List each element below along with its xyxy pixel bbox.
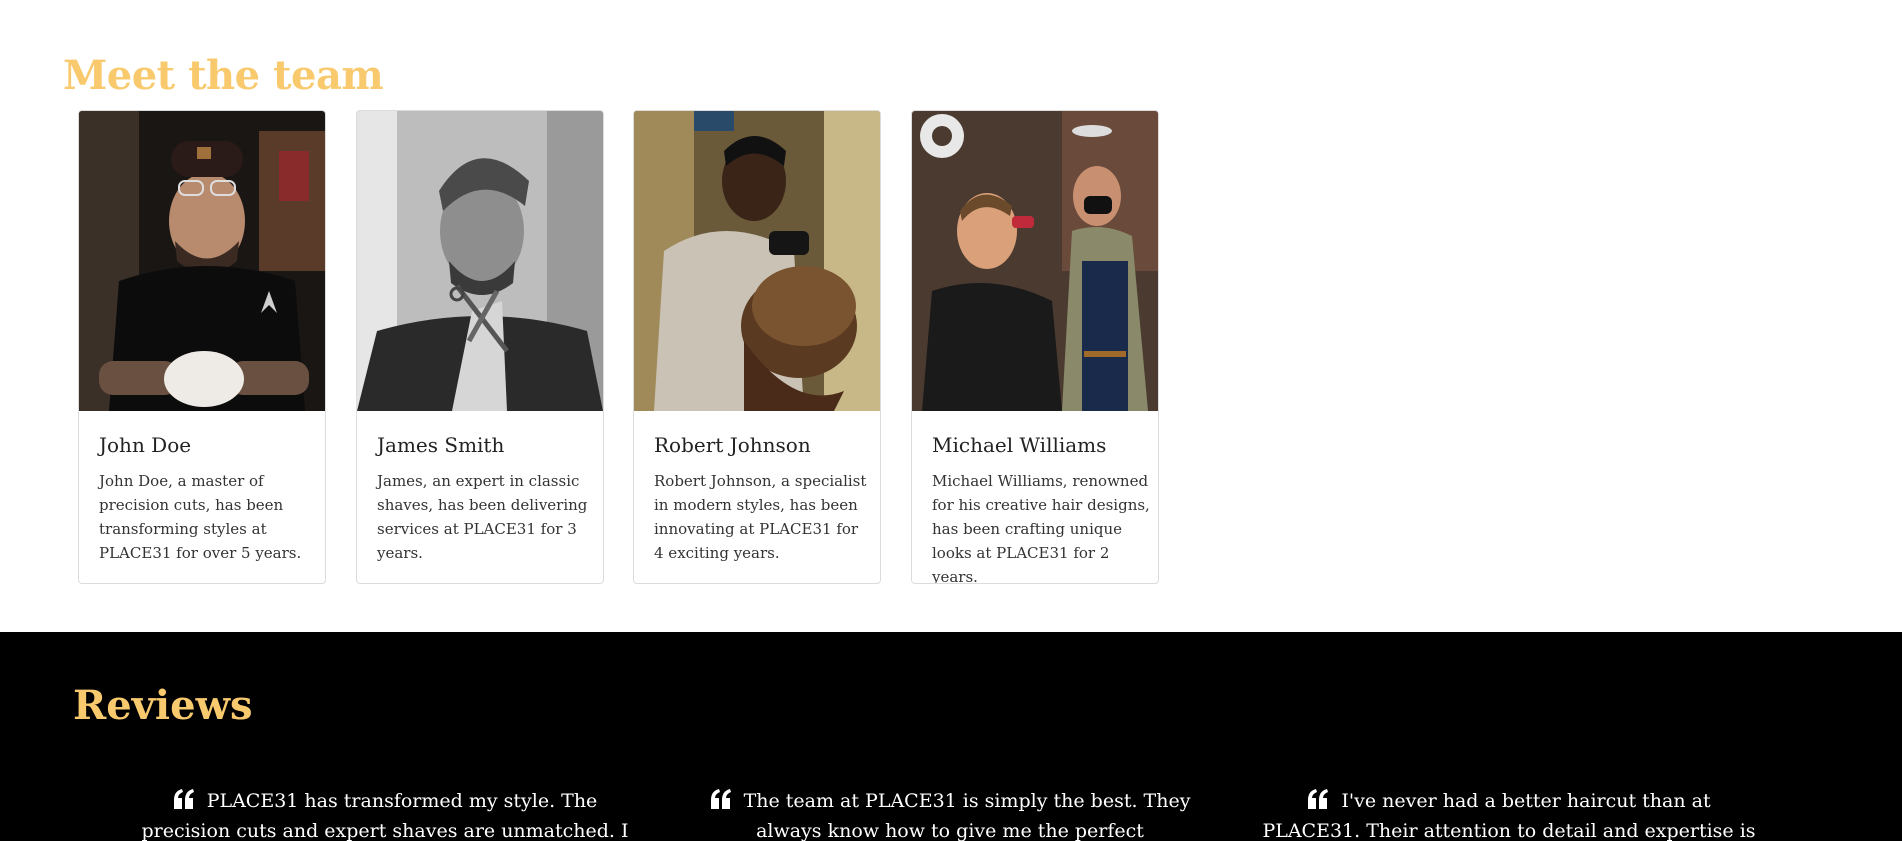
review-item: I've never had a better haircut than at … (1259, 786, 1759, 841)
team-member-name: John Doe (99, 433, 192, 457)
team-title: Meet the team (63, 52, 384, 99)
reviews-section: Reviews PLACE31 has transformed my style… (0, 632, 1902, 841)
review-item: PLACE31 has transformed my style. The pr… (135, 786, 635, 841)
quote-left-icon (1307, 789, 1329, 809)
team-member-photo (912, 111, 1158, 411)
reviews-title: Reviews (73, 682, 253, 729)
team-member-name: James Smith (377, 433, 505, 457)
review-text: I've never had a better haircut than at … (1262, 790, 1756, 841)
team-card-john-doe: John Doe John Doe, a master of precision… (78, 110, 326, 584)
team-member-bio: Michael Williams, renowned for his creat… (932, 472, 1150, 584)
quote-left-icon (173, 789, 195, 809)
team-section: Meet the team John Doe John Doe, a maste… (0, 0, 1902, 632)
team-member-bio: Robert Johnson, a specialist in modern s… (654, 472, 867, 562)
quote-left-icon (710, 789, 732, 809)
team-member-bio: James, an expert in classic shaves, has … (377, 472, 588, 562)
team-member-photo (79, 111, 325, 411)
team-member-photo (357, 111, 603, 411)
team-card-robert-johnson: Robert Johnson Robert Johnson, a special… (633, 110, 881, 584)
team-member-bio: John Doe, a master of precision cuts, ha… (99, 472, 302, 562)
team-member-name: Michael Williams (932, 433, 1107, 457)
team-member-photo (634, 111, 880, 411)
team-card-michael-williams: Michael Williams Michael Williams, renow… (911, 110, 1159, 584)
review-item: The team at PLACE31 is simply the best. … (700, 786, 1200, 841)
review-text: PLACE31 has transformed my style. The pr… (141, 790, 629, 841)
team-member-name: Robert Johnson (654, 433, 811, 457)
team-card-james-smith: James Smith James, an expert in classic … (356, 110, 604, 584)
review-text: The team at PLACE31 is simply the best. … (743, 790, 1191, 841)
